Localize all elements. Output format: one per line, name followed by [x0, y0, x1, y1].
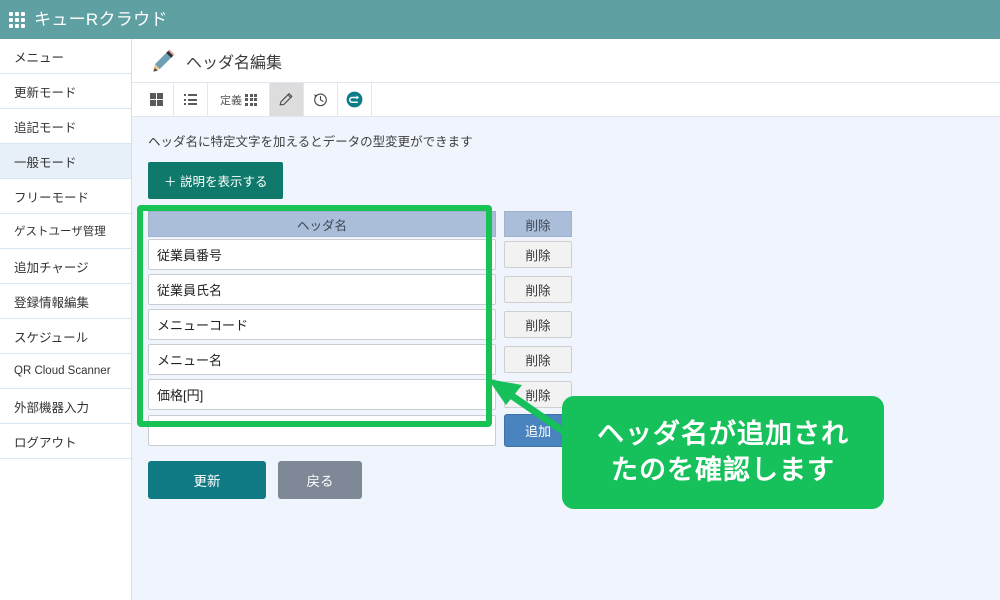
sidebar-nav: メニュー 更新モード 追記モード 一般モード フリーモード ゲストユーザ管理 追… — [0, 39, 132, 600]
history-clock-icon — [314, 93, 327, 107]
sidebar-item-label: 一般モード — [14, 155, 77, 170]
table-row: 削除 — [148, 239, 572, 270]
pencil-icon — [153, 49, 175, 72]
sidebar-item-menu[interactable]: メニュー — [0, 39, 131, 74]
sidebar-item-label: フリーモード — [14, 190, 90, 205]
apps-grid-icon[interactable] — [9, 11, 25, 28]
delete-button[interactable]: 削除 — [504, 346, 572, 373]
callout-line-1: ヘッダ名が追加され — [597, 418, 849, 449]
sidebar-item-qr-cloud-scanner[interactable]: QR Cloud Scanner — [0, 354, 131, 389]
pencil-edit-icon — [279, 93, 293, 106]
definition-grid-icon — [245, 93, 257, 106]
main-content-area: ヘッダ名編集 定義 ヘッダ名に特定文字を加えるとデータの型変更ができます ＋ 説… — [132, 39, 1000, 600]
delete-button[interactable]: 削除 — [504, 241, 572, 268]
column-header-delete: 削除 — [504, 211, 572, 237]
callout-line-2: たのを確認します — [611, 454, 835, 485]
delete-button[interactable]: 削除 — [504, 276, 572, 303]
column-header-header-name: ヘッダ名 — [148, 211, 496, 237]
header-name-input[interactable] — [148, 309, 496, 340]
hint-text: ヘッダ名に特定文字を加えるとデータの型変更ができます — [148, 135, 473, 149]
definition-label: 定義 — [220, 94, 242, 107]
sidebar-item-registration-edit[interactable]: 登録情報編集 — [0, 284, 131, 319]
app-window: キューRクラウド メニュー 更新モード 追記モード 一般モード フリーモード ゲ… — [0, 0, 1000, 600]
header-name-input[interactable] — [148, 274, 496, 305]
table-new-row: 追加 — [148, 414, 572, 447]
page-title-bar: ヘッダ名編集 — [132, 39, 1000, 83]
sidebar-item-update-mode[interactable]: 更新モード — [0, 74, 131, 109]
update-button[interactable]: 更新 — [148, 461, 266, 499]
undo-return-icon — [346, 91, 363, 108]
sidebar-item-label: メニュー — [14, 50, 65, 65]
view-toolbar: 定義 — [132, 83, 1000, 117]
sidebar-item-label: QR Cloud Scanner — [14, 365, 111, 377]
sidebar-item-free-mode[interactable]: フリーモード — [0, 179, 131, 214]
table-row: 削除 — [148, 274, 572, 305]
undo-icon-button[interactable] — [338, 83, 372, 116]
sidebar-item-label: ゲストユーザ管理 — [14, 226, 106, 238]
delete-button[interactable]: 削除 — [504, 311, 572, 338]
list-view-icon — [184, 94, 197, 105]
sidebar-item-label: 外部機器入力 — [14, 400, 90, 415]
header-name-input[interactable] — [148, 239, 496, 270]
definition-button[interactable]: 定義 — [208, 83, 270, 116]
sidebar-item-label: ログアウト — [14, 435, 77, 450]
header-name-input[interactable] — [148, 379, 496, 410]
page-title: ヘッダ名編集 — [186, 54, 283, 72]
sidebar-item-external-device-input[interactable]: 外部機器入力 — [0, 389, 131, 424]
annotation-callout: ヘッダ名が追加され たのを確認します — [562, 396, 884, 509]
table-row: 削除 — [148, 309, 572, 340]
sidebar-item-guest-user-management[interactable]: ゲストユーザ管理 — [0, 214, 131, 249]
new-header-name-input[interactable] — [148, 415, 496, 446]
brand-title: キューRクラウド — [34, 10, 168, 29]
table-row: 削除 — [148, 344, 572, 375]
header-name-input[interactable] — [148, 344, 496, 375]
sidebar-item-label: 更新モード — [14, 85, 77, 100]
sidebar-item-logout[interactable]: ログアウト — [0, 424, 131, 459]
show-description-button[interactable]: ＋ 説明を表示する — [148, 162, 284, 199]
back-button[interactable]: 戻る — [278, 461, 362, 499]
grid-view-icon-button[interactable] — [140, 83, 174, 116]
header-name-table: ヘッダ名 削除 削除 削除 削除 削除 — [148, 211, 572, 499]
sidebar-item-append-mode[interactable]: 追記モード — [0, 109, 131, 144]
sidebar-item-label: 追記モード — [14, 120, 77, 135]
sidebar-item-label: スケジュール — [14, 330, 89, 345]
history-icon-button[interactable] — [304, 83, 338, 116]
pencil-edit-icon-button[interactable] — [270, 83, 304, 116]
list-view-icon-button[interactable] — [174, 83, 208, 116]
sidebar-item-schedule[interactable]: スケジュール — [0, 319, 131, 354]
table-row: 削除 — [148, 379, 572, 410]
grid-view-icon — [150, 93, 163, 106]
table-header-row: ヘッダ名 削除 — [148, 211, 572, 237]
sidebar-item-label: 追加チャージ — [14, 260, 89, 275]
form-actions: 更新 戻る — [148, 461, 572, 499]
sidebar-item-additional-charge[interactable]: 追加チャージ — [0, 249, 131, 284]
sidebar-item-general-mode[interactable]: 一般モード — [0, 144, 131, 179]
top-header-bar: キューRクラウド — [0, 0, 1000, 39]
sidebar-item-label: 登録情報編集 — [14, 295, 90, 310]
